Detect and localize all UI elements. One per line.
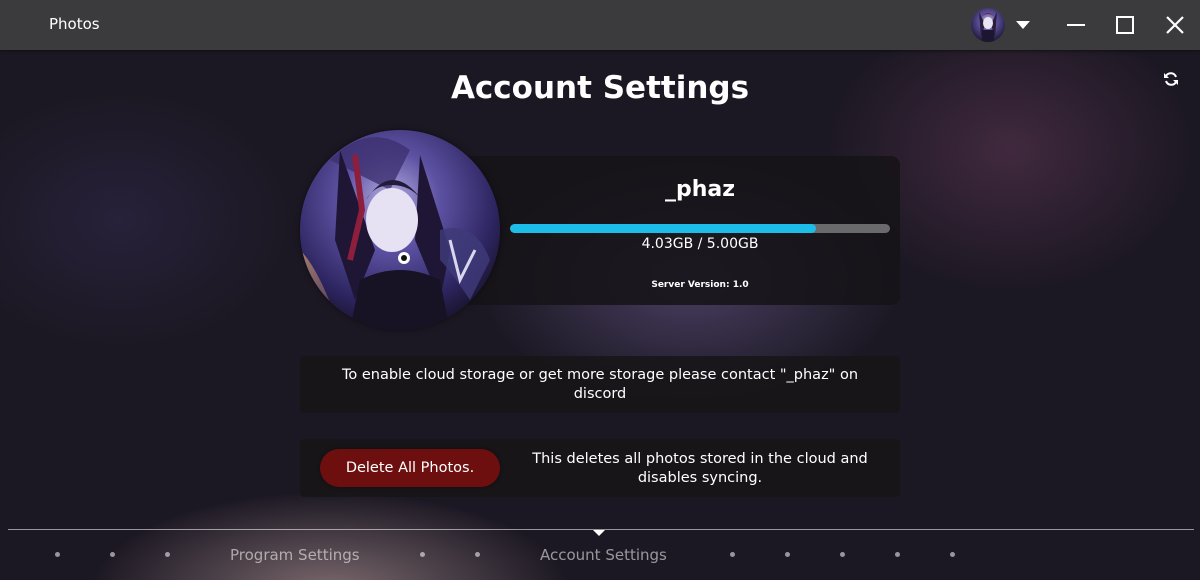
account-dropdown-button[interactable] bbox=[1010, 14, 1036, 36]
caret-down-icon bbox=[1016, 20, 1030, 29]
storage-progress-fill bbox=[510, 224, 817, 233]
app-title: Photos bbox=[49, 15, 100, 33]
nav-dot[interactable] bbox=[420, 552, 425, 557]
page-title: Account Settings bbox=[450, 70, 750, 106]
minimize-button[interactable] bbox=[1061, 10, 1091, 40]
nav-dot[interactable] bbox=[785, 552, 790, 557]
close-button[interactable] bbox=[1160, 10, 1190, 40]
user-avatar[interactable] bbox=[971, 8, 1005, 42]
title-bar: Photos bbox=[0, 0, 1200, 50]
minimize-icon bbox=[1067, 24, 1085, 26]
nav-dot[interactable] bbox=[895, 552, 900, 557]
profile-avatar bbox=[300, 130, 500, 330]
storage-usage-text: 4.03GB / 5.00GB bbox=[641, 236, 759, 252]
delete-photos-description: This deletes all photos stored in the cl… bbox=[532, 451, 868, 486]
nav-dot[interactable] bbox=[840, 552, 845, 557]
username: _phaz bbox=[664, 177, 736, 202]
maximize-button[interactable] bbox=[1110, 10, 1140, 40]
cloud-storage-info-card: To enable cloud storage or get more stor… bbox=[300, 356, 900, 413]
storage-progress-bar bbox=[510, 224, 890, 233]
nav-account-settings[interactable]: Account Settings bbox=[540, 546, 667, 564]
nav-dot[interactable] bbox=[950, 552, 955, 557]
delete-all-photos-button[interactable]: Delete All Photos. bbox=[320, 449, 500, 487]
server-version: Server Version: 1.0 bbox=[651, 280, 749, 290]
nav-dot[interactable] bbox=[165, 552, 170, 557]
nav-program-settings[interactable]: Program Settings bbox=[230, 546, 360, 564]
nav-dot[interactable] bbox=[730, 552, 735, 557]
maximize-icon bbox=[1116, 16, 1134, 34]
nav-dot[interactable] bbox=[55, 552, 60, 557]
nav-dot[interactable] bbox=[475, 552, 480, 557]
cloud-storage-info-text: To enable cloud storage or get more stor… bbox=[341, 366, 859, 402]
nav-dot[interactable] bbox=[110, 552, 115, 557]
close-icon bbox=[1166, 16, 1184, 34]
active-page-indicator bbox=[593, 530, 605, 536]
